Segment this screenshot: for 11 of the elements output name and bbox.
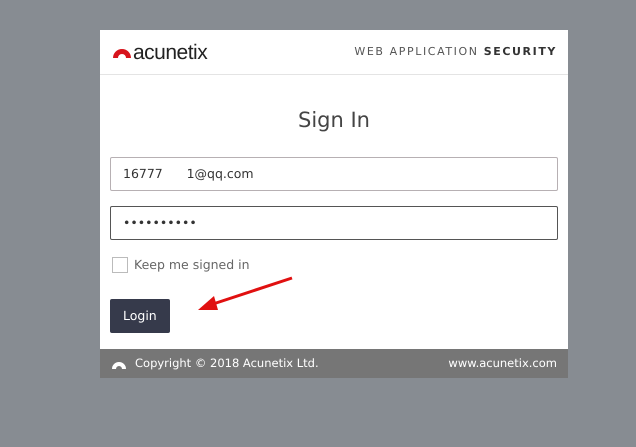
login-button[interactable]: Login — [110, 299, 170, 334]
email-field[interactable]: 16777 1@qq.com — [110, 156, 558, 190]
logo-icon — [112, 46, 132, 58]
checkbox[interactable] — [112, 256, 128, 273]
logo-text: acunetix — [133, 42, 208, 62]
checkbox-label[interactable]: Keep me signed in — [134, 256, 250, 274]
copyright-text: Copyright © 2018 Acunetix Ltd. — [135, 354, 319, 372]
password-field[interactable]: •••••••••• — [110, 206, 558, 240]
tagline: WEB APPLICATION SECURITY — [354, 44, 557, 60]
website-link[interactable]: www.acunetix.com — [448, 354, 557, 372]
page-title: Sign In — [297, 107, 371, 134]
